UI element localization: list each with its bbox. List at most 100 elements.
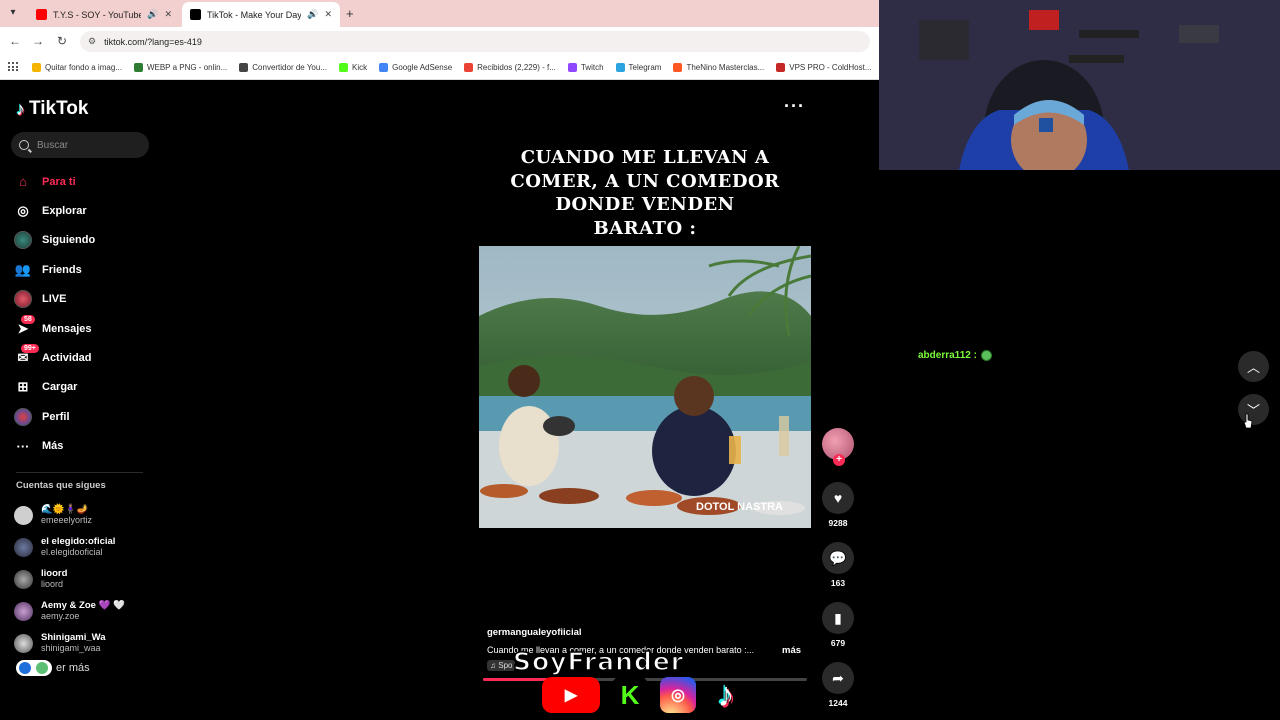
sidebar-nav: ⌂ Para ti ◎ Explorar Siguiendo 👥 Friends LIVE ➤ 5…: [14, 167, 154, 461]
sidebar-item-siguiendo[interactable]: Siguiendo: [14, 226, 154, 255]
speaker-icon[interactable]: 🔊: [307, 9, 318, 20]
bookmark-favicon-icon: [379, 62, 389, 72]
tiktok-logo[interactable]: ♪ TikTok: [16, 98, 88, 120]
bookmark-label: Quitar fondo a imag...: [45, 62, 122, 72]
bookmark-label: Google AdSense: [392, 62, 453, 72]
following-account[interactable]: 🌊🌞🧍🏽‍♀️🪔 emeeelyortiz: [14, 499, 154, 531]
search-input[interactable]: Buscar: [11, 132, 149, 158]
sidebar-item-cargar[interactable]: ⊞ Cargar: [14, 373, 154, 402]
account-username: lioord: [41, 579, 64, 589]
description-more-button[interactable]: más: [782, 645, 801, 656]
sidebar-item-para-ti[interactable]: ⌂ Para ti: [14, 167, 154, 196]
bookmark-item[interactable]: Twitch: [567, 62, 604, 72]
webcam-overlay: [879, 0, 1280, 170]
share-action: ➦ 1244: [820, 662, 856, 708]
sidebar-item-live[interactable]: LIVE: [14, 285, 154, 314]
bookmark-icon[interactable]: ▮: [822, 602, 854, 634]
bookmark-favicon-icon: [567, 62, 577, 72]
close-tab-icon[interactable]: ✕: [164, 9, 172, 20]
chevron-up-icon: ︿: [1246, 360, 1260, 375]
account-names: el elegido:oficial el.elegidooficial: [41, 536, 115, 558]
bookmark-item[interactable]: VPS PRO - ColdHost...: [776, 62, 872, 72]
account-display-name: Shinigami_Wa: [41, 632, 106, 643]
share-count: 1244: [828, 698, 848, 708]
save-action: ▮ 679: [820, 602, 856, 648]
account-display-name: el elegido:oficial: [41, 536, 116, 547]
see-more-link[interactable]: er más: [16, 660, 90, 676]
creator-avatar[interactable]: +: [822, 428, 854, 466]
see-more-label: er más: [56, 662, 90, 674]
home-icon: ⌂: [19, 174, 27, 190]
bookmark-favicon-icon: [615, 62, 625, 72]
following-avatar: [14, 231, 32, 250]
following-title: Cuentas que sigues: [16, 480, 106, 491]
sidebar-item-explorar[interactable]: ◎ Explorar: [14, 196, 154, 225]
tab-title: TikTok - Make Your Day: [207, 9, 302, 20]
address-bar[interactable]: ⚙ tiktok.com/?lang=es-419: [80, 31, 870, 52]
more-options-icon[interactable]: ···: [784, 96, 805, 117]
bookmark-favicon-icon: [464, 62, 474, 72]
sound-label[interactable]: ♫ Spo: [487, 660, 516, 671]
account-username: shinigami_waa: [41, 643, 101, 653]
sidebar-item-más[interactable]: ··· Más: [14, 432, 154, 461]
account-names: lioord lioord: [41, 568, 67, 590]
close-tab-icon[interactable]: ✕: [324, 9, 332, 20]
previous-video-button[interactable]: ︿: [1238, 351, 1269, 382]
video-author[interactable]: germangualeyofiicial: [487, 627, 582, 638]
tab-search-dropdown-icon[interactable]: ▾: [6, 6, 20, 20]
avatar: [14, 537, 33, 557]
logo-text: TikTok: [29, 98, 89, 119]
reload-icon[interactable]: ↻: [55, 34, 69, 48]
sidebar-item-mensajes[interactable]: ➤ 58 Mensajes: [14, 314, 154, 343]
share-icon[interactable]: ➦: [822, 662, 854, 694]
chat-username: abderra112 :: [918, 350, 977, 361]
comment-icon[interactable]: 💬: [822, 542, 854, 574]
tab-youtube[interactable]: T.Y.S - SOY - YouTube 🔊 ✕: [28, 2, 180, 27]
bookmark-item[interactable]: TheNino Masterclas...: [673, 62, 765, 72]
bookmark-item[interactable]: WEBP a PNG - onlin...: [133, 62, 227, 72]
sidebar-item-label: LIVE: [42, 293, 67, 306]
bookmark-item[interactable]: Quitar fondo a imag...: [32, 62, 122, 72]
bookmark-label: TheNino Masterclas...: [686, 62, 765, 72]
video-player[interactable]: DOTOL NASTRA: [479, 246, 811, 528]
bookmark-item[interactable]: Recibidos (2,229) - f...: [464, 62, 556, 72]
new-tab-button[interactable]: +: [346, 6, 354, 21]
account-username: aemy.zoe: [41, 611, 80, 621]
bookmark-favicon-icon: [133, 62, 143, 72]
speaker-icon[interactable]: 🔊: [147, 9, 158, 20]
bookmark-item[interactable]: Google AdSense: [379, 62, 453, 72]
sidebar-item-friends[interactable]: 👥 Friends: [14, 255, 154, 284]
site-info-icon[interactable]: ⚙: [88, 36, 96, 47]
follow-plus-icon[interactable]: +: [833, 454, 845, 466]
extension-badge-icon: [16, 660, 52, 676]
sidebar-item-label: Friends: [42, 263, 82, 276]
following-account[interactable]: Aemy & Zoe 💜 🤍 aemy.zoe: [14, 595, 154, 627]
following-account[interactable]: el elegido:oficial el.elegidooficial: [14, 531, 154, 563]
account-names: Shinigami_Wa shinigami_waa: [41, 632, 106, 654]
bookmarks-bar: Quitar fondo a imag... WEBP a PNG - onlin…: [0, 55, 879, 80]
bookmark-favicon-icon: [32, 62, 41, 72]
following-account[interactable]: lioord lioord: [14, 563, 154, 595]
apps-grid-icon[interactable]: [8, 62, 18, 72]
bookmark-favicon-icon: [239, 62, 249, 72]
tab-tiktok[interactable]: TikTok - Make Your Day 🔊 ✕: [182, 2, 340, 27]
sidebar-item-actividad[interactable]: ✉ 99+ Actividad: [14, 343, 154, 372]
bookmark-item[interactable]: Telegram: [615, 62, 661, 72]
bookmark-item[interactable]: Kick: [338, 62, 367, 72]
heart-icon[interactable]: ♥: [822, 482, 854, 514]
bookmark-favicon-icon: [776, 62, 786, 72]
account-names: Aemy & Zoe 💜 🤍 aemy.zoe: [41, 600, 125, 622]
sidebar-item-perfil[interactable]: Perfil: [14, 402, 154, 431]
caption-line: CUANDO ME LLEVAN A: [520, 147, 770, 168]
youtube-logo-icon: ▶: [542, 677, 600, 713]
tab-strip: ▾ T.Y.S - SOY - YouTube 🔊 ✕ TikTok - Mak…: [0, 0, 879, 27]
back-icon[interactable]: ←: [8, 34, 22, 48]
following-account[interactable]: Shinigami_Wa shinigami_waa: [14, 627, 154, 659]
navigation-bar: ← → ↻ ⚙ tiktok.com/?lang=es-419: [0, 27, 879, 55]
notification-badge: 58: [21, 314, 35, 324]
bookmark-favicon-icon: [673, 62, 683, 72]
video-caption-overlay: CUANDO ME LLEVAN A COMER, A UN COMEDOR D…: [479, 146, 811, 240]
instagram-logo-icon: ◎: [660, 677, 696, 713]
bookmark-item[interactable]: Convertidor de You...: [239, 62, 327, 72]
forward-icon[interactable]: →: [31, 34, 45, 48]
